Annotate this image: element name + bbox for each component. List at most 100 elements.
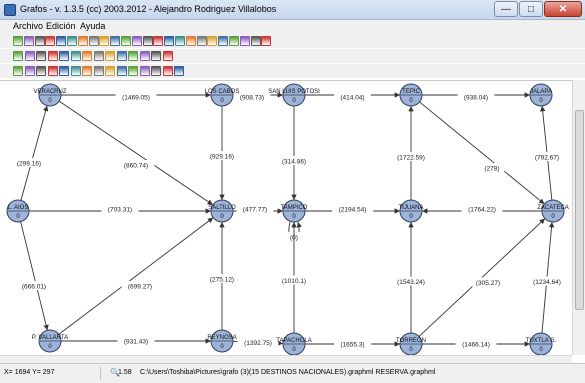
edge-l-aios-p-vallarta[interactable]: (666.01) [15, 221, 53, 331]
node-tepic[interactable]: TEPIC0 [399, 83, 423, 107]
matrix-icon[interactable] [70, 51, 81, 61]
edge-p-vallarta-saltillo[interactable]: (699.27) [58, 217, 214, 335]
edge-l-aios-veracruz[interactable]: (299.16) [10, 105, 49, 201]
menu-archivo[interactable]: Archivo [13, 21, 43, 31]
matrix-icon[interactable] [93, 51, 104, 61]
flag-icon[interactable] [142, 36, 153, 46]
zoom-icon[interactable] [185, 36, 196, 46]
edge-torreon-tijuana[interactable]: (1543.24) [390, 222, 432, 333]
edge-p-vallarta-reynosa[interactable]: (931.43) [61, 336, 211, 346]
menu-edicion[interactable]: Edición [46, 21, 76, 31]
edge-veracruz-saltillo[interactable]: (860.74) [58, 100, 214, 206]
car-icon[interactable] [261, 36, 272, 46]
maximize-button[interactable]: □ [519, 1, 543, 17]
new-icon[interactable] [13, 36, 23, 46]
menu-ayuda[interactable]: Ayuda [80, 21, 105, 31]
matrix-toolbar [0, 49, 585, 63]
edge-los-cabos-saltillo[interactable]: (929.16) [203, 106, 241, 200]
undirected-icon[interactable] [121, 36, 131, 46]
curve-icon[interactable] [105, 66, 115, 76]
undo-icon[interactable] [45, 36, 56, 46]
matrix-icon[interactable] [82, 51, 92, 61]
grid-icon[interactable] [175, 36, 185, 46]
edge-tampico-tijuana[interactable]: (2194.54) [305, 204, 400, 214]
edge-torreon-zacatecas[interactable]: (305.27) [418, 218, 546, 337]
shape-icon[interactable] [139, 51, 150, 61]
help-icon[interactable] [239, 36, 250, 46]
matrix-icon[interactable] [47, 51, 58, 61]
layout-icon[interactable] [13, 66, 23, 76]
edge-tuxtla-zacatecas[interactable]: (1234.64) [526, 221, 568, 334]
node-icon[interactable] [77, 36, 88, 46]
node-style-icon[interactable] [36, 66, 46, 76]
grid-icon[interactable] [174, 66, 184, 76]
weight-icon[interactable] [131, 36, 142, 46]
edge-zacatecas-jalapa[interactable]: (792.67) [528, 105, 566, 201]
line-icon[interactable] [93, 66, 104, 76]
edge-saltillo-tampico[interactable]: (477.77) [233, 204, 283, 214]
edge-label-icon[interactable] [99, 36, 110, 46]
edge-weight-label: (908.73) [240, 95, 264, 102]
matrix-icon[interactable] [105, 51, 115, 61]
arrow-icon[interactable] [34, 36, 45, 46]
edge-icon[interactable] [67, 36, 77, 46]
graph-canvas[interactable]: (1469.05) (908.73) (414.04) (938.04) (299.16… [0, 80, 572, 355]
directed-icon[interactable] [110, 36, 121, 46]
node-label: TUXTLA G. [526, 338, 557, 344]
vertical-scrollbar[interactable] [572, 80, 585, 355]
export-icon[interactable] [36, 51, 46, 61]
menu-bar: Archivo Edición Ayuda [0, 20, 585, 34]
matrix-icon[interactable] [59, 51, 69, 61]
graph-view[interactable]: (1469.05) (908.73) (414.04) (938.04) (299.16… [0, 81, 572, 355]
line-icon[interactable] [82, 66, 92, 76]
edge-l-aios-saltillo[interactable]: (703.31) [29, 204, 211, 214]
fullscreen-icon[interactable] [229, 36, 239, 46]
scroll-thumb[interactable] [575, 110, 584, 310]
node-tuxtla[interactable]: TUXTLA G.0 [526, 332, 557, 355]
arc-icon[interactable] [151, 66, 161, 76]
edge-san-luis-potosi-tampico[interactable]: (314.86) [275, 106, 313, 200]
matrix-icon[interactable] [116, 51, 127, 61]
node-jalapa[interactable]: JALAPA0 [529, 83, 553, 107]
edge-tepic-jalapa[interactable]: (938.04) [422, 92, 530, 102]
save-icon[interactable] [13, 51, 23, 61]
shape-icon[interactable] [162, 51, 173, 61]
horizontal-scrollbar[interactable] [0, 355, 572, 363]
curve-icon[interactable] [116, 66, 127, 76]
node-torreon[interactable]: TORREON0 [396, 332, 426, 355]
layout-icon[interactable] [24, 66, 35, 76]
table-icon[interactable] [164, 36, 175, 46]
zoom-in-icon[interactable] [196, 36, 207, 46]
node-zacatecas[interactable]: ZACATECA0 [537, 199, 569, 223]
minimize-button[interactable]: — [494, 1, 518, 17]
graph-icon[interactable] [153, 36, 164, 46]
node-tijuana[interactable]: TIJUANA0 [398, 199, 424, 223]
color-icon[interactable] [47, 66, 58, 76]
line-icon[interactable] [70, 66, 81, 76]
node-reynosa[interactable]: REYNOSA0 [207, 329, 237, 353]
edge-tapachula-tampico[interactable]: (1010.1) [275, 222, 313, 333]
edge-reynosa-saltillo[interactable]: (275.12) [203, 222, 241, 330]
node-tampico[interactable]: TAMPICO0 [281, 199, 308, 223]
edit-icon[interactable] [56, 36, 67, 46]
matrix-icon[interactable] [128, 51, 138, 61]
filter-icon[interactable] [88, 36, 99, 46]
edge-tepic-zacatecas[interactable]: (278) [419, 101, 545, 205]
select-icon[interactable] [23, 36, 34, 46]
shape-icon[interactable] [151, 51, 161, 61]
arc-icon[interactable] [128, 66, 138, 76]
edge-zacatecas-tijuana[interactable]: (1764.22) [422, 204, 542, 214]
arc-icon[interactable] [139, 66, 150, 76]
edge-tapachula-torreon[interactable]: (1655.3) [305, 339, 400, 349]
edge-torreon-tuxtla[interactable]: (1466.14) [422, 339, 530, 349]
edge-veracruz-los-cabos[interactable]: (1469.05) [61, 92, 211, 102]
close-button[interactable]: ✕ [544, 1, 582, 17]
zoom-fit-icon[interactable] [218, 36, 229, 46]
copy-icon[interactable] [24, 51, 35, 61]
box-icon[interactable] [59, 66, 69, 76]
zoom-out-icon[interactable] [207, 36, 218, 46]
edge-tijuana-tepic[interactable]: (1722.59) [390, 106, 432, 200]
node-l-aios[interactable]: L. AIOS0 [6, 199, 30, 223]
arc-icon[interactable] [162, 66, 173, 76]
info-icon[interactable] [250, 36, 261, 46]
